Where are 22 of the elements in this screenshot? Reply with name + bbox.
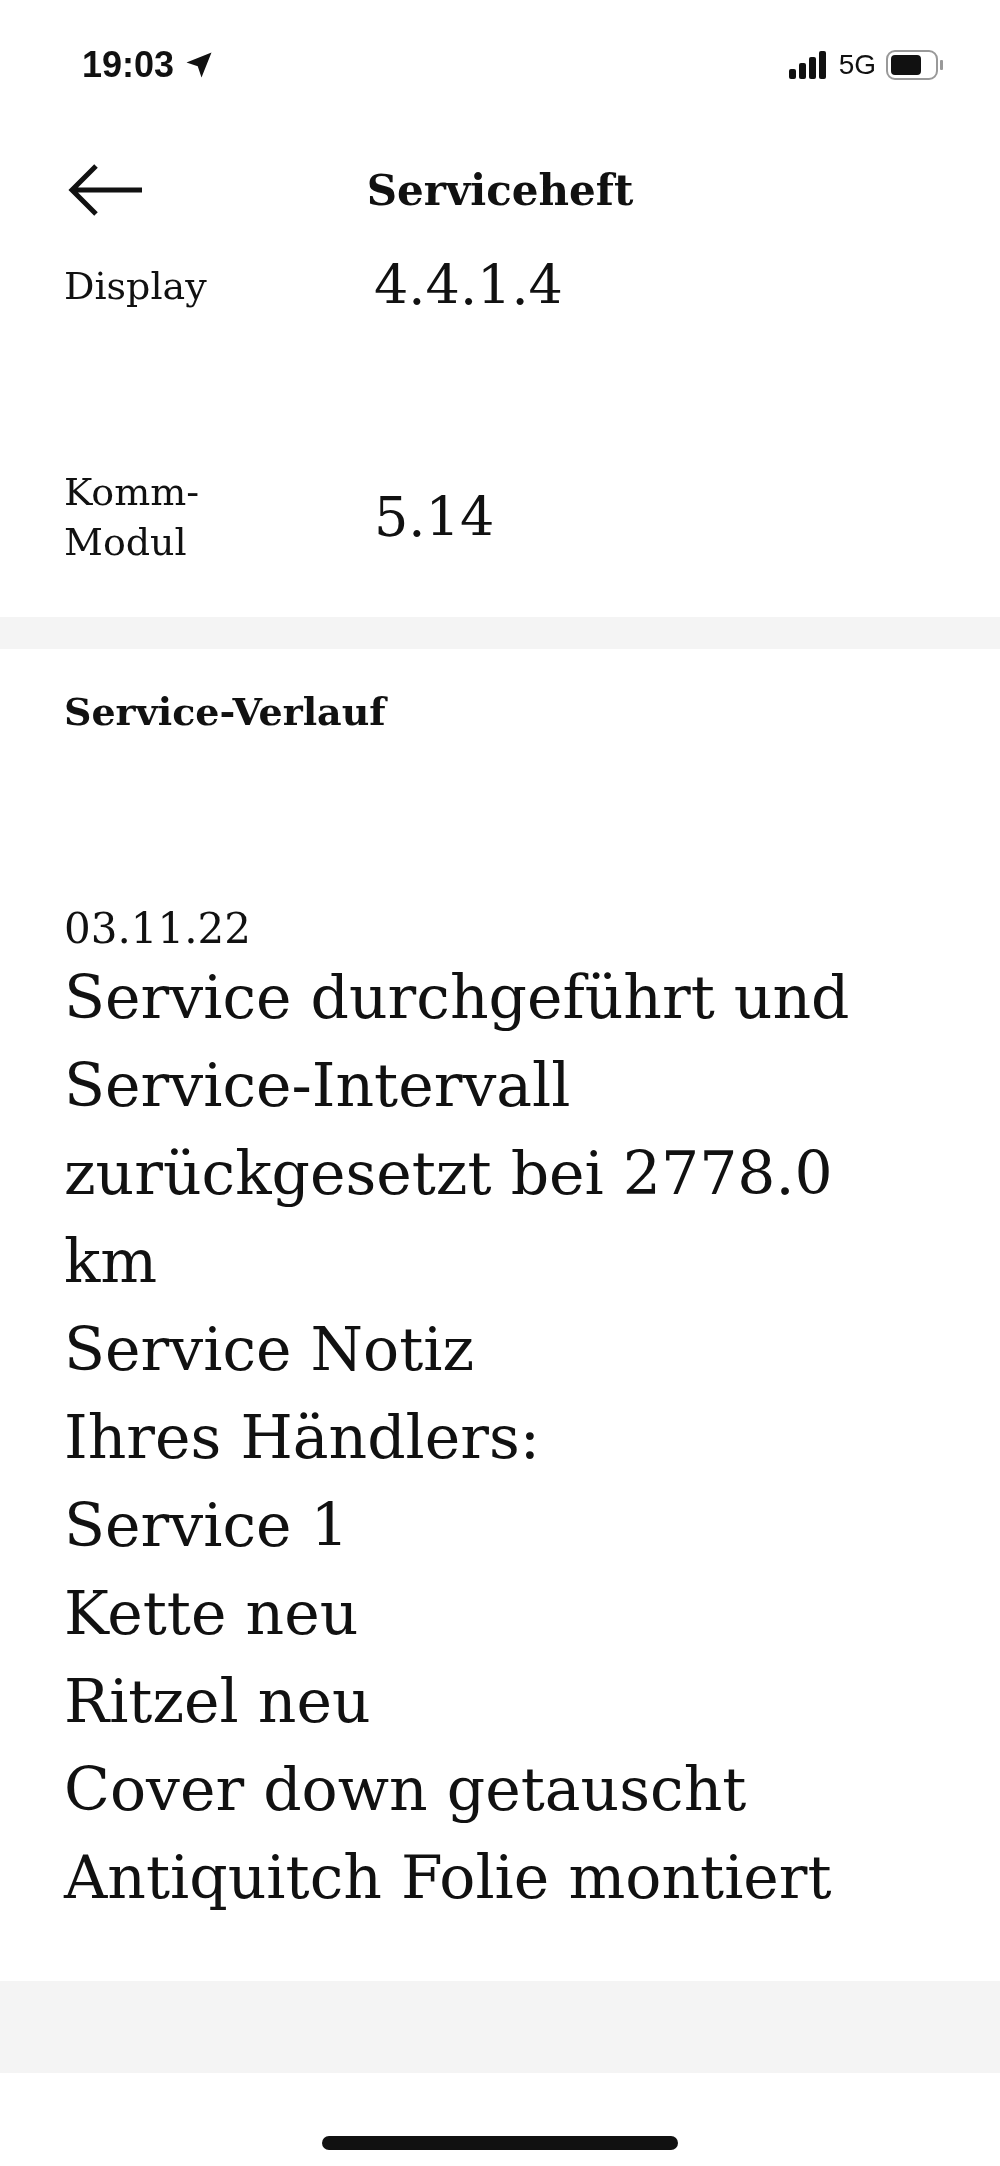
service-note-line: zurückgesetzt bei 2778.0 (64, 1137, 834, 1210)
service-date: 03.11.22 (64, 904, 253, 953)
status-time: 19:03 (82, 44, 175, 86)
network-label: 5G (838, 49, 876, 81)
service-note-line: Kette neu (64, 1577, 360, 1650)
version-label: Display (64, 262, 208, 310)
service-note-line: Cover down getauscht (64, 1753, 748, 1826)
service-note-line: Ihres Händlers: (64, 1401, 541, 1474)
signal-icon (788, 51, 829, 79)
page-title: Serviceheft (366, 165, 634, 215)
service-note-line: Ritzel neu (64, 1665, 372, 1738)
version-label: Komm-Modul (64, 469, 201, 566)
service-note-line: Antiquitch Folie montiert (64, 1841, 833, 1914)
service-note-line: Service 1 (64, 1489, 350, 1562)
battery-icon (886, 50, 944, 80)
service-note-line: Service durchgeführt und (64, 961, 851, 1034)
service-note-line: Service Notiz (64, 1313, 476, 1386)
version-value: 4.4.1.4 (374, 254, 564, 317)
version-value: 5.14 (374, 485, 496, 549)
service-note-line: km (64, 1225, 159, 1298)
section-title: Service-Verlauf (64, 689, 389, 734)
service-note-line: Service-Intervall (64, 1049, 572, 1122)
